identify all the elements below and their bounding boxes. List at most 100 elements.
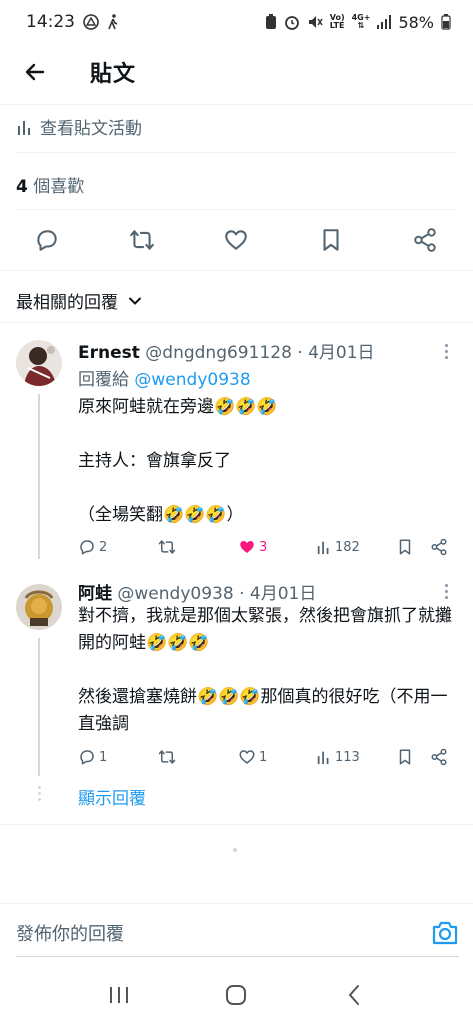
post-date: · 4月01日 xyxy=(233,584,317,604)
stats-icon xyxy=(317,751,329,765)
text-line: 主持人：會旗拿反了 xyxy=(78,451,231,471)
alarm-icon xyxy=(284,16,299,30)
like-count-button[interactable]: 3 xyxy=(238,535,267,559)
recent-apps-icon xyxy=(109,987,128,1003)
back-button[interactable] xyxy=(0,44,70,100)
battery-saver-icon xyxy=(265,14,276,29)
more-icon xyxy=(445,344,448,347)
views-count-button[interactable]: 182 xyxy=(316,535,360,559)
reply-count-button[interactable]: 2 xyxy=(78,535,107,559)
sort-replies-dropdown[interactable]: 最相關的回覆 xyxy=(16,288,142,313)
reply-icon xyxy=(80,750,94,765)
retweet-icon xyxy=(158,750,176,764)
thread-line xyxy=(38,638,40,776)
author-handle[interactable]: @dngdng691128 xyxy=(145,343,292,363)
bookmark-icon xyxy=(399,749,411,765)
share-button[interactable] xyxy=(430,535,448,559)
signal-icon xyxy=(377,15,392,29)
heart-icon xyxy=(239,750,255,764)
share-button[interactable] xyxy=(430,745,448,769)
page-header: 貼文 xyxy=(0,44,473,100)
bookmark-button[interactable] xyxy=(396,745,414,769)
walking-icon xyxy=(108,14,118,30)
heart-filled-icon xyxy=(240,541,254,553)
retweet-count-button[interactable] xyxy=(158,535,179,559)
reply-icon xyxy=(37,230,57,251)
like-button[interactable] xyxy=(220,224,252,256)
stats-icon xyxy=(18,120,30,135)
thread-dots xyxy=(37,786,41,804)
heart-icon xyxy=(225,230,247,250)
bookmark-button[interactable] xyxy=(315,224,347,256)
back-nav-button[interactable] xyxy=(334,975,374,1015)
avatar[interactable] xyxy=(16,584,62,630)
text-line xyxy=(78,657,463,684)
divider xyxy=(0,270,473,271)
author-name[interactable]: Ernest xyxy=(78,343,140,363)
reply-header: 阿蛙 @wendy0938 · 4月01日 xyxy=(78,579,316,604)
replying-to: 回覆給 @wendy0938 xyxy=(78,370,251,390)
reply-input[interactable]: 發佈你的回覆 xyxy=(16,920,124,946)
thread-line xyxy=(38,394,40,559)
reply-text: 對不擠，我就是那個太緊張，然後把會旗抓了就攤開的阿蛙🤣🤣🤣 然後還搶塞燒餅🤣🤣🤣… xyxy=(78,603,463,738)
text-line: （全場笑翻🤣🤣🤣） xyxy=(78,505,244,525)
app-notification-icon xyxy=(83,14,99,30)
show-replies-link[interactable]: 顯示回覆 xyxy=(78,784,146,809)
views-count: 182 xyxy=(335,539,360,555)
share-icon xyxy=(414,228,436,252)
bookmark-icon xyxy=(323,229,339,251)
avatar[interactable] xyxy=(16,340,62,386)
likes-count-link[interactable]: 4 個喜歡 xyxy=(16,172,84,197)
reply-icon xyxy=(80,540,94,555)
retweet-button[interactable] xyxy=(126,224,158,256)
status-bar: 14:23 Vo) LTE 4G+ ⇅ 58% xyxy=(0,0,473,44)
text-line xyxy=(78,421,463,448)
view-post-activity-label: 查看貼文活動 xyxy=(40,119,142,139)
back-chevron-icon xyxy=(348,985,360,1005)
reply-composer[interactable]: 發佈你的回覆 xyxy=(0,903,473,961)
camera-icon xyxy=(432,921,458,945)
divider xyxy=(16,152,457,153)
more-options-button[interactable] xyxy=(445,584,451,599)
share-icon xyxy=(431,748,447,766)
likes-label: 個喜歡 xyxy=(27,177,85,197)
reply-count: 2 xyxy=(99,539,108,555)
battery-icon xyxy=(441,14,451,30)
stats-icon xyxy=(317,541,329,555)
chevron-down-icon xyxy=(129,297,141,305)
camera-button[interactable] xyxy=(431,920,459,946)
mute-icon xyxy=(308,16,323,28)
reply-metrics: 1 1 113 xyxy=(78,745,458,769)
retweet-icon xyxy=(130,230,154,250)
post-action-bar xyxy=(0,218,473,262)
home-icon xyxy=(226,985,247,1005)
view-post-activity-link[interactable]: 查看貼文活動 xyxy=(16,114,142,139)
more-options-button[interactable] xyxy=(445,344,451,359)
reply-count-button[interactable]: 1 xyxy=(78,745,107,769)
retweet-count-button[interactable] xyxy=(158,745,179,769)
author-handle[interactable]: @wendy0938 xyxy=(117,584,233,604)
like-count-button[interactable]: 1 xyxy=(238,745,267,769)
bookmark-button[interactable] xyxy=(396,535,414,559)
share-icon xyxy=(431,538,447,556)
reply-tweet[interactable]: Ernest @dngdng691128 · 4月01日 回覆給 @wendy0… xyxy=(0,322,473,580)
mention-link[interactable]: @wendy0938 xyxy=(134,370,250,390)
reply-text: 原來阿蛙就在旁邊🤣🤣🤣 主持人：會旗拿反了 （全場笑翻🤣🤣🤣） xyxy=(78,394,463,529)
like-count: 1 xyxy=(259,749,268,765)
reply-button[interactable] xyxy=(31,224,63,256)
likes-count: 4 xyxy=(16,177,28,197)
reply-metrics: 2 3 182 xyxy=(78,535,458,559)
views-count-button[interactable]: 113 xyxy=(316,745,360,769)
recent-apps-button[interactable] xyxy=(99,975,139,1015)
battery-level: 58% xyxy=(398,12,434,32)
share-button[interactable] xyxy=(409,224,441,256)
bookmark-icon xyxy=(399,539,411,555)
author-name[interactable]: 阿蛙 xyxy=(78,584,112,604)
reply-tweet[interactable]: 阿蛙 @wendy0938 · 4月01日 對不擠，我就是那個太緊張，然後把會旗… xyxy=(0,576,473,776)
views-count: 113 xyxy=(335,749,360,765)
system-nav-bar xyxy=(0,966,473,1024)
text-line: 對不擠，我就是那個太緊張，然後把會旗抓了就攤開的阿蛙🤣🤣🤣 xyxy=(78,606,452,653)
sort-label: 最相關的回覆 xyxy=(16,293,118,313)
home-button[interactable] xyxy=(216,975,256,1015)
text-line: 然後還搶塞燒餅🤣🤣🤣那個真的很好吃（不用一直強調 xyxy=(78,687,448,734)
